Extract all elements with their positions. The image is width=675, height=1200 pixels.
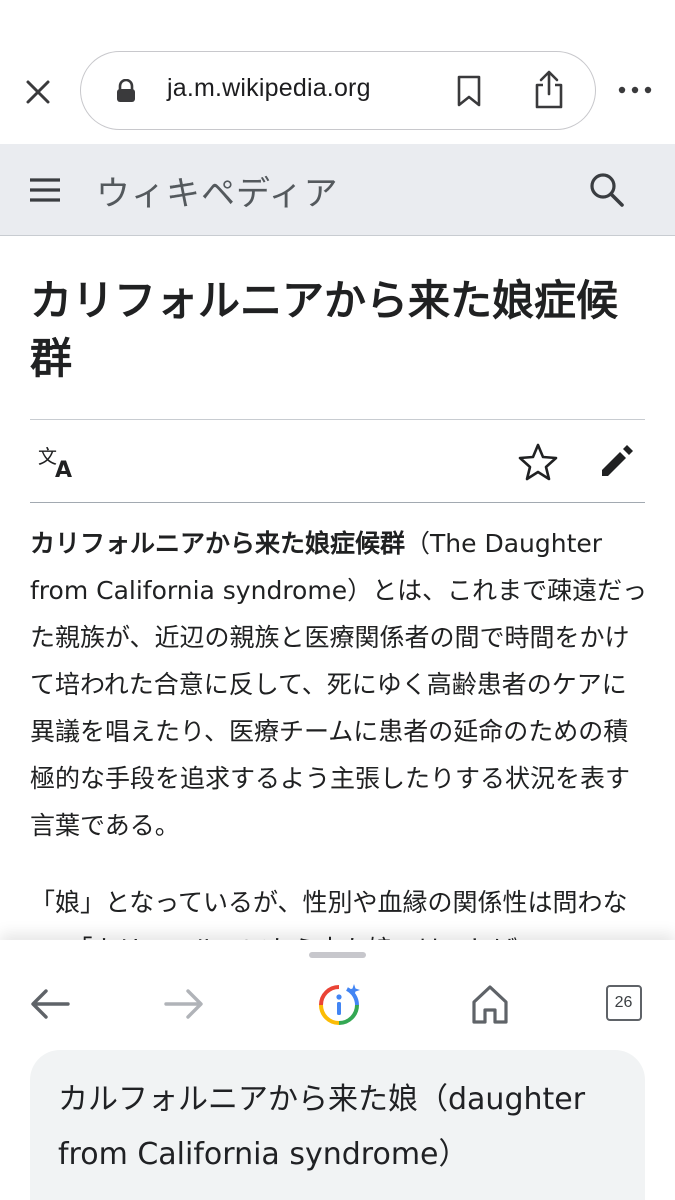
article-body: カリフォルニアから来た娘症候群（The Daughter from Califo… (30, 520, 650, 1003)
hamburger-menu-icon[interactable] (26, 174, 64, 206)
lead-text: （The Daughter from California syndrome）と… (30, 529, 648, 840)
back-arrow-icon[interactable] (28, 984, 72, 1024)
forward-arrow-icon[interactable] (162, 984, 206, 1024)
tabs-icon[interactable]: 26 (606, 985, 642, 1021)
browser-toolbar: ja.m.wikipedia.org (0, 0, 675, 144)
language-icon[interactable]: 文 A (38, 444, 78, 483)
wiki-logo[interactable]: ウィキペディア (96, 166, 339, 215)
lead-bold-term: カリフォルニアから来た娘症候群 (30, 529, 406, 558)
close-icon[interactable] (22, 76, 54, 108)
page-title: カリフォルニアから来た娘症候群 (30, 276, 619, 383)
star-icon[interactable] (518, 442, 558, 482)
lock-icon (115, 78, 137, 103)
result-text: カルフォルニアから来た娘（daughter from California sy… (58, 1082, 586, 1172)
bookmark-icon[interactable] (455, 74, 483, 108)
sheet-drag-handle[interactable] (309, 952, 366, 958)
wiki-header: ウィキペディア (0, 144, 675, 236)
share-icon[interactable] (532, 70, 566, 110)
actions-divider (30, 502, 645, 503)
svg-text:A: A (55, 458, 72, 480)
url-text: ja.m.wikipedia.org (167, 74, 371, 102)
search-icon[interactable] (587, 170, 627, 210)
home-icon[interactable] (470, 982, 510, 1026)
lead-paragraph: カリフォルニアから来た娘症候群（The Daughter from Califo… (30, 520, 650, 849)
bottom-nav: 26 (0, 976, 675, 1036)
edit-pencil-icon[interactable] (598, 442, 636, 480)
bottom-sheet: 26 カルフォルニアから来た娘（daughter from California… (0, 940, 675, 1200)
search-result-card[interactable]: カルフォルニアから来た娘（daughter from California sy… (30, 1050, 645, 1200)
address-bar[interactable]: ja.m.wikipedia.org (80, 51, 596, 130)
more-icon[interactable] (616, 80, 656, 100)
tab-count: 26 (614, 994, 633, 1011)
google-lens-icon[interactable] (316, 982, 362, 1028)
page-actions: 文 A (30, 420, 645, 502)
